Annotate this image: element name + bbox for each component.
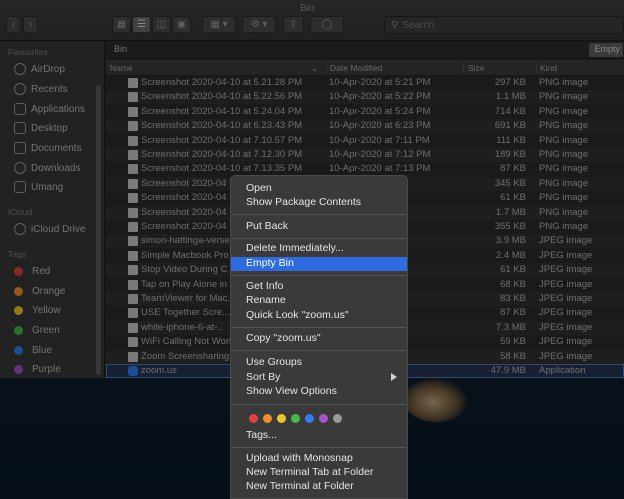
menu-label: Sort By <box>246 371 281 383</box>
menu-upload-monosnap[interactable]: Upload with Monosnap <box>231 452 407 466</box>
menu-separator <box>232 350 406 351</box>
menu-label: Show View Options <box>246 385 337 397</box>
menu-separator <box>232 238 406 239</box>
menu-open[interactable]: Open <box>231 182 407 196</box>
menu-label: Copy "zoom.us" <box>246 332 321 344</box>
tag-color-dot-icon[interactable] <box>333 414 342 423</box>
tag-color-dot-icon[interactable] <box>263 414 272 423</box>
menu-separator <box>232 214 406 215</box>
menu-use-groups[interactable]: Use Groups <box>231 356 407 370</box>
tag-color-dot-icon[interactable] <box>277 414 286 423</box>
menu-label: New Terminal at Folder <box>246 480 354 492</box>
menu-tags[interactable]: Tags... <box>231 429 407 443</box>
menu-get-info[interactable]: Get Info <box>231 280 407 294</box>
tag-color-dot-icon[interactable] <box>305 414 314 423</box>
menu-label: Tags... <box>246 429 277 441</box>
menu-empty-bin[interactable]: Empty Bin <box>231 257 407 271</box>
menu-label: Show Package Contents <box>246 196 361 208</box>
menu-new-terminal-tab[interactable]: New Terminal Tab at Folder <box>231 466 407 480</box>
menu-separator <box>232 447 406 448</box>
menu-label: Put Back <box>246 220 289 232</box>
menu-label: Empty Bin <box>246 257 294 269</box>
context-menu: Open Show Package Contents Put Back Dele… <box>230 175 408 499</box>
menu-sort-by[interactable]: Sort By <box>231 371 407 385</box>
menu-copy[interactable]: Copy "zoom.us" <box>231 332 407 346</box>
menu-label: Delete Immediately... <box>246 242 344 254</box>
menu-delete-immediately[interactable]: Delete Immediately... <box>231 242 407 256</box>
menu-show-package-contents[interactable]: Show Package Contents <box>231 196 407 210</box>
tag-color-dot-icon[interactable] <box>319 414 328 423</box>
menu-quick-look[interactable]: Quick Look "zoom.us" <box>231 309 407 323</box>
menu-label: Use Groups <box>246 356 303 368</box>
menu-separator <box>232 327 406 328</box>
submenu-arrow-icon <box>391 373 397 381</box>
tag-color-dot-icon[interactable] <box>249 414 258 423</box>
menu-label: Get Info <box>246 280 284 292</box>
menu-label: Rename <box>246 294 286 306</box>
menu-put-back[interactable]: Put Back <box>231 220 407 234</box>
menu-label: Upload with Monosnap <box>246 452 353 464</box>
menu-label: New Terminal Tab at Folder <box>246 466 374 478</box>
menu-tag-colors <box>249 414 342 423</box>
tag-color-dot-icon[interactable] <box>291 414 300 423</box>
menu-label: Quick Look "zoom.us" <box>246 309 349 321</box>
menu-rename[interactable]: Rename <box>231 294 407 308</box>
menu-new-terminal[interactable]: New Terminal at Folder <box>231 480 407 494</box>
menu-label: Open <box>246 182 272 194</box>
menu-show-view-options[interactable]: Show View Options <box>231 385 407 399</box>
menu-separator <box>232 404 406 405</box>
menu-separator <box>232 275 406 276</box>
